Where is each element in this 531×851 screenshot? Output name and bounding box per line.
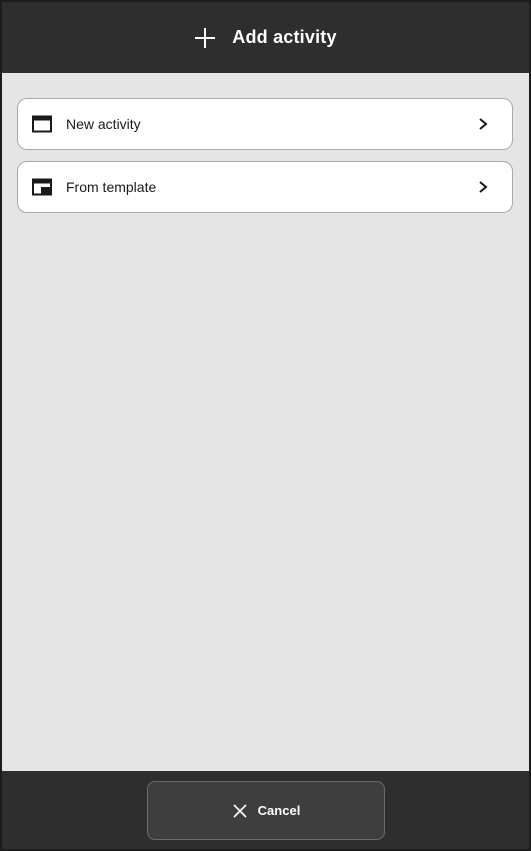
calendar-icon: [32, 115, 52, 133]
page-title: Add activity: [232, 27, 337, 47]
chevron-right-icon: [479, 181, 488, 193]
cancel-label: Cancel: [257, 803, 301, 818]
chevron-right-icon: [479, 118, 488, 130]
menu-list: New activity From template: [2, 73, 529, 771]
from-template-item[interactable]: From template: [17, 161, 513, 213]
header-bar: Add activity: [2, 2, 529, 73]
cancel-button[interactable]: Cancel: [147, 781, 385, 840]
new-activity-item[interactable]: New activity: [17, 98, 513, 150]
from-template-label: From template: [66, 179, 157, 195]
footer-bar: Cancel: [2, 771, 529, 849]
close-icon: [233, 803, 247, 818]
plus-icon: [195, 27, 216, 48]
calendar-template-icon: [32, 178, 52, 196]
app-frame: Add activity New activity From template: [0, 0, 531, 851]
new-activity-label: New activity: [66, 116, 141, 132]
